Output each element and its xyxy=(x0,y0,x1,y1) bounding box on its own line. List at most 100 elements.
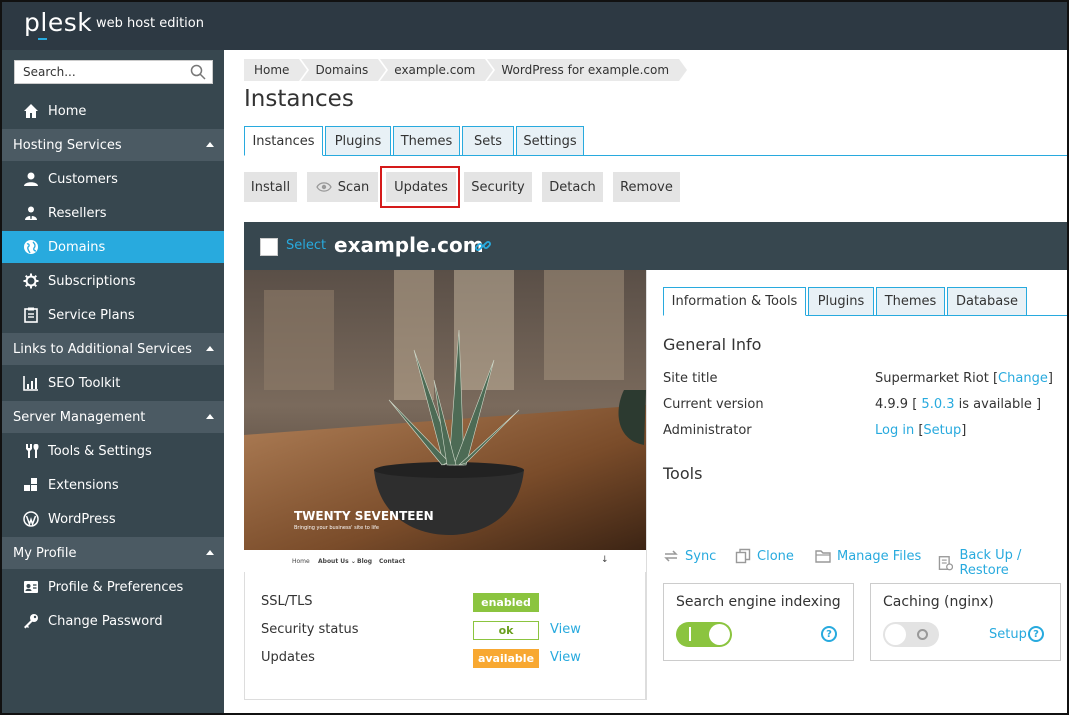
updates-view-link[interactable]: View xyxy=(550,650,581,665)
log-in-link[interactable]: Log in xyxy=(875,423,914,438)
browser-frame: plesk web host edition Home Hosting Serv… xyxy=(0,0,1069,715)
sidebar-item-wordpress[interactable]: WordPress xyxy=(2,503,224,535)
detach-button[interactable]: Detach xyxy=(542,172,603,202)
instance-domain: example.com xyxy=(334,233,484,257)
link-icon[interactable] xyxy=(474,237,492,255)
tab-bar: Instances Plugins Themes Sets Settings xyxy=(244,126,1067,156)
sidebar-item-label: Home xyxy=(48,103,87,119)
help-icon[interactable]: ? xyxy=(1028,626,1044,642)
administrator-value: Log in [Setup] xyxy=(875,423,967,438)
preview-image: TWENTY SEVENTEEN Bringing your business'… xyxy=(244,270,646,572)
updates-highlight-box xyxy=(380,166,460,208)
sidebar-item-label: Customers xyxy=(48,171,118,187)
manage-files-tool[interactable]: Manage Files xyxy=(815,548,921,564)
group-hosting-services[interactable]: Hosting Services xyxy=(2,129,224,161)
caching-nginx-card: Caching (nginx) Setup ? xyxy=(870,583,1061,661)
tab-instances[interactable]: Instances xyxy=(244,126,323,156)
sidebar-item-resellers[interactable]: Resellers xyxy=(2,197,224,229)
sidebar: Home Hosting Services Customers Reseller… xyxy=(2,50,224,713)
chart-icon xyxy=(22,374,40,392)
sidebar-item-domains[interactable]: Domains xyxy=(2,231,224,263)
collapse-caret-icon[interactable] xyxy=(206,414,214,419)
sidebar-item-service-plans[interactable]: Service Plans xyxy=(2,299,224,331)
sidebar-item-extensions[interactable]: Extensions xyxy=(2,469,224,501)
sidebar-item-change-password[interactable]: Change Password xyxy=(2,605,224,637)
sidebar-item-label: Change Password xyxy=(48,613,163,629)
search-input[interactable] xyxy=(15,61,185,83)
updates-status-badge: available xyxy=(473,649,539,668)
site-title-text: Supermarket Riot xyxy=(875,371,989,386)
group-additional-services[interactable]: Links to Additional Services xyxy=(2,333,224,365)
wordpress-icon xyxy=(22,510,40,528)
search-indexing-toggle[interactable] xyxy=(676,622,732,647)
group-label: My Profile xyxy=(13,545,77,561)
extensions-icon xyxy=(22,476,40,494)
backup-restore-tool[interactable]: Back Up / Restore xyxy=(938,548,1067,578)
scroll-down-arrow-icon: ↓ xyxy=(601,555,609,565)
clone-tool[interactable]: Clone xyxy=(735,548,794,564)
sync-label: Sync xyxy=(685,548,717,564)
breadcrumb-domain[interactable]: example.com xyxy=(380,59,496,81)
instance-status-panel: SSL/TLS enabled Security status ok View … xyxy=(244,572,646,700)
ssl-label: SSL/TLS xyxy=(261,594,313,609)
caching-setup-link[interactable]: Setup xyxy=(989,627,1027,642)
security-button[interactable]: Security xyxy=(464,172,532,202)
key-icon xyxy=(22,612,40,630)
site-preview[interactable]: TWENTY SEVENTEEN Bringing your business'… xyxy=(244,270,646,572)
group-label: Server Management xyxy=(13,409,146,425)
breadcrumb-domains[interactable]: Domains xyxy=(301,59,389,81)
help-icon[interactable]: ? xyxy=(821,626,837,642)
search-box[interactable] xyxy=(14,60,213,84)
sync-tool[interactable]: Sync xyxy=(663,548,716,564)
install-button[interactable]: Install xyxy=(244,172,297,202)
sidebar-item-profile-preferences[interactable]: Profile & Preferences xyxy=(2,571,224,603)
sidebar-item-customers[interactable]: Customers xyxy=(2,163,224,195)
toggle-off-mark xyxy=(917,629,928,640)
gear-icon xyxy=(22,272,40,290)
tab-themes[interactable]: Themes xyxy=(393,126,460,156)
tab-information-tools[interactable]: Information & Tools xyxy=(663,287,806,316)
current-version-value: 4.9.9 [ 5.0.3 is available ] xyxy=(875,397,1042,412)
available-version-link[interactable]: 5.0.3 xyxy=(921,397,954,412)
change-link[interactable]: Change xyxy=(998,371,1048,386)
sync-icon xyxy=(664,550,678,562)
breadcrumb-home[interactable]: Home xyxy=(244,59,310,81)
sidebar-item-subscriptions[interactable]: Subscriptions xyxy=(2,265,224,297)
page-title: Instances xyxy=(244,86,354,112)
collapse-caret-icon[interactable] xyxy=(206,346,214,351)
breadcrumb-wordpress[interactable]: WordPress for example.com xyxy=(487,59,687,81)
plesk-logo[interactable]: plesk xyxy=(24,8,92,40)
tab-settings[interactable]: Settings xyxy=(516,126,584,156)
updates-label: Updates xyxy=(261,650,315,665)
instance-checkbox[interactable] xyxy=(260,238,278,256)
security-view-link[interactable]: View xyxy=(550,622,581,637)
tab-instance-plugins[interactable]: Plugins xyxy=(808,287,874,316)
tab-instance-themes[interactable]: Themes xyxy=(876,287,945,316)
scan-button[interactable]: Scan xyxy=(307,172,378,202)
sidebar-item-label: Resellers xyxy=(48,205,107,221)
admin-setup-link[interactable]: Setup xyxy=(923,423,961,438)
tab-database[interactable]: Database xyxy=(947,287,1027,316)
clone-icon xyxy=(735,548,751,564)
sidebar-item-home[interactable]: Home xyxy=(2,95,224,127)
scan-label: Scan xyxy=(337,179,370,195)
top-bar: plesk web host edition xyxy=(2,2,1067,50)
group-my-profile[interactable]: My Profile xyxy=(2,537,224,569)
sidebar-item-seo-toolkit[interactable]: SEO Toolkit xyxy=(2,367,224,399)
collapse-caret-icon[interactable] xyxy=(206,550,214,555)
eye-icon xyxy=(315,182,332,192)
search-icon[interactable] xyxy=(190,64,206,80)
tab-sets[interactable]: Sets xyxy=(462,126,514,156)
sidebar-item-label: Extensions xyxy=(48,477,119,493)
select-label[interactable]: Select xyxy=(286,238,326,253)
group-label: Links to Additional Services xyxy=(13,341,192,357)
tab-plugins[interactable]: Plugins xyxy=(325,126,391,156)
group-server-management[interactable]: Server Management xyxy=(2,401,224,433)
sidebar-item-tools-settings[interactable]: Tools & Settings xyxy=(2,435,224,467)
collapse-caret-icon[interactable] xyxy=(206,142,214,147)
toggle-knob xyxy=(709,624,730,645)
search-indexing-title: Search engine indexing xyxy=(676,594,841,610)
instance-details: Information & Tools Plugins Themes Datab… xyxy=(646,270,1067,700)
remove-button[interactable]: Remove xyxy=(613,172,680,202)
caching-toggle[interactable] xyxy=(883,622,939,647)
